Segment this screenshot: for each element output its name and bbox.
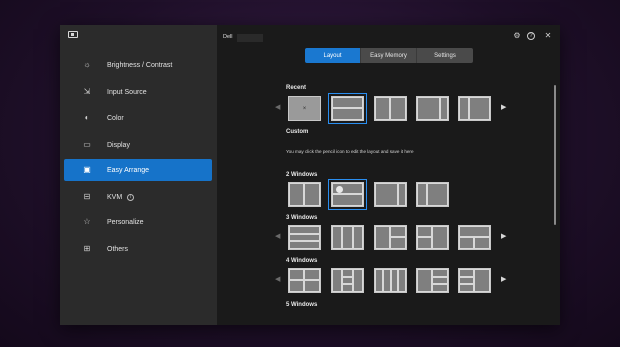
sidebar-item-kvm[interactable]: ⊟ KVM i [64,186,212,208]
layout-tile[interactable] [288,268,321,293]
sidebar-item-color[interactable]: ◐ Color [64,107,212,129]
layout-tile[interactable] [288,182,321,207]
help-icon[interactable]: ? [527,32,535,40]
sidebar-item-display[interactable]: ▭ Display [64,134,212,156]
info-icon[interactable]: i [127,193,135,201]
sidebar-item-label: Color [107,114,124,122]
four-windows-prev-arrow-icon[interactable]: ◀ [275,276,280,283]
sidebar-item-others[interactable]: ⊞ Others [64,238,212,260]
sidebar-item-label: Easy Arrange [107,166,150,174]
section-recent-title: Recent [286,85,307,91]
sidebar-item-label: KVM [107,193,123,201]
monitor-selector[interactable] [237,34,263,42]
sidebar-item-personalize[interactable]: ☆ Personalize [64,211,212,233]
star-icon: ☆ [83,217,91,226]
section-custom-title: Custom [286,129,309,135]
layout-tile[interactable] [328,179,367,210]
layout-tile[interactable]: × [288,96,321,121]
layout-tile[interactable] [416,96,449,121]
sidebar-item-label: Personalize [107,218,144,226]
five-windows-clip: 5 Windows [217,299,560,325]
tab-bar: Layout Easy Memory Settings [305,48,473,63]
layout-tile[interactable] [331,225,364,250]
layout-tile[interactable] [328,93,367,124]
sidebar-item-label: Brightness / Contrast [107,61,173,69]
layout-tile[interactable] [458,268,491,293]
tab-settings[interactable]: Settings [417,48,473,63]
three-windows-next-arrow-icon[interactable]: ▶ [501,233,506,240]
sidebar-item-label: Others [107,245,129,253]
sun-icon: ☼ [83,60,91,69]
layout-tile[interactable] [288,225,321,250]
app-logo-icon [68,31,78,38]
layout-tile[interactable] [374,96,407,121]
recent-next-arrow-icon[interactable]: ▶ [501,104,506,111]
sidebar-item-label: Display [107,141,130,149]
palette-icon: ◐ [84,113,90,122]
layout-tile[interactable] [374,182,407,207]
main-panel: Dell ⚙ ? ✕ Layout Easy Memory Settings R… [217,25,560,325]
recent-prev-arrow-icon[interactable]: ◀ [275,104,280,111]
others-icon: ⊞ [83,244,91,253]
sidebar-item-brightness-contrast[interactable]: ☼ Brightness / Contrast [64,54,212,76]
layout-tile[interactable] [458,225,491,250]
app-window: ☼ Brightness / Contrast ⇲ Input Source ◐… [60,25,560,325]
custom-hint-text: You may click the pencil icon to edit th… [286,149,414,154]
empty-layout-icon: × [302,105,307,112]
section-2-windows-title: 2 Windows [286,172,318,178]
easy-arrange-icon: ▣ [83,165,91,174]
tab-layout[interactable]: Layout [305,48,361,63]
sidebar-item-easy-arrange[interactable]: ▣ Easy Arrange [64,159,212,181]
layout-tile[interactable] [416,268,449,293]
monitor-name: Dell [223,34,233,40]
sidebar: ☼ Brightness / Contrast ⇲ Input Source ◐… [60,25,217,325]
three-windows-prev-arrow-icon[interactable]: ◀ [275,233,280,240]
tab-easy-memory[interactable]: Easy Memory [361,48,417,63]
layout-tile[interactable] [458,96,491,121]
pencil-icon[interactable] [336,186,343,193]
settings-gear-icon[interactable]: ⚙ [512,31,522,41]
scrollbar[interactable] [554,85,556,225]
kvm-icon: ⊟ [83,192,91,201]
monitor-icon: ▭ [83,140,91,149]
four-windows-next-arrow-icon[interactable]: ▶ [501,276,506,283]
input-source-icon: ⇲ [83,87,91,96]
layout-tile[interactable] [374,268,407,293]
layout-tile[interactable] [416,225,449,250]
section-3-windows-title: 3 Windows [286,215,318,221]
section-5-windows-title: 5 Windows [286,302,318,308]
close-icon[interactable]: ✕ [543,31,553,41]
layout-tile[interactable] [416,182,449,207]
sidebar-item-label: Input Source [107,88,147,96]
section-4-windows-title: 4 Windows [286,258,318,264]
sidebar-item-input-source[interactable]: ⇲ Input Source [64,81,212,103]
layout-tile[interactable] [331,268,364,293]
layout-tile[interactable] [374,225,407,250]
